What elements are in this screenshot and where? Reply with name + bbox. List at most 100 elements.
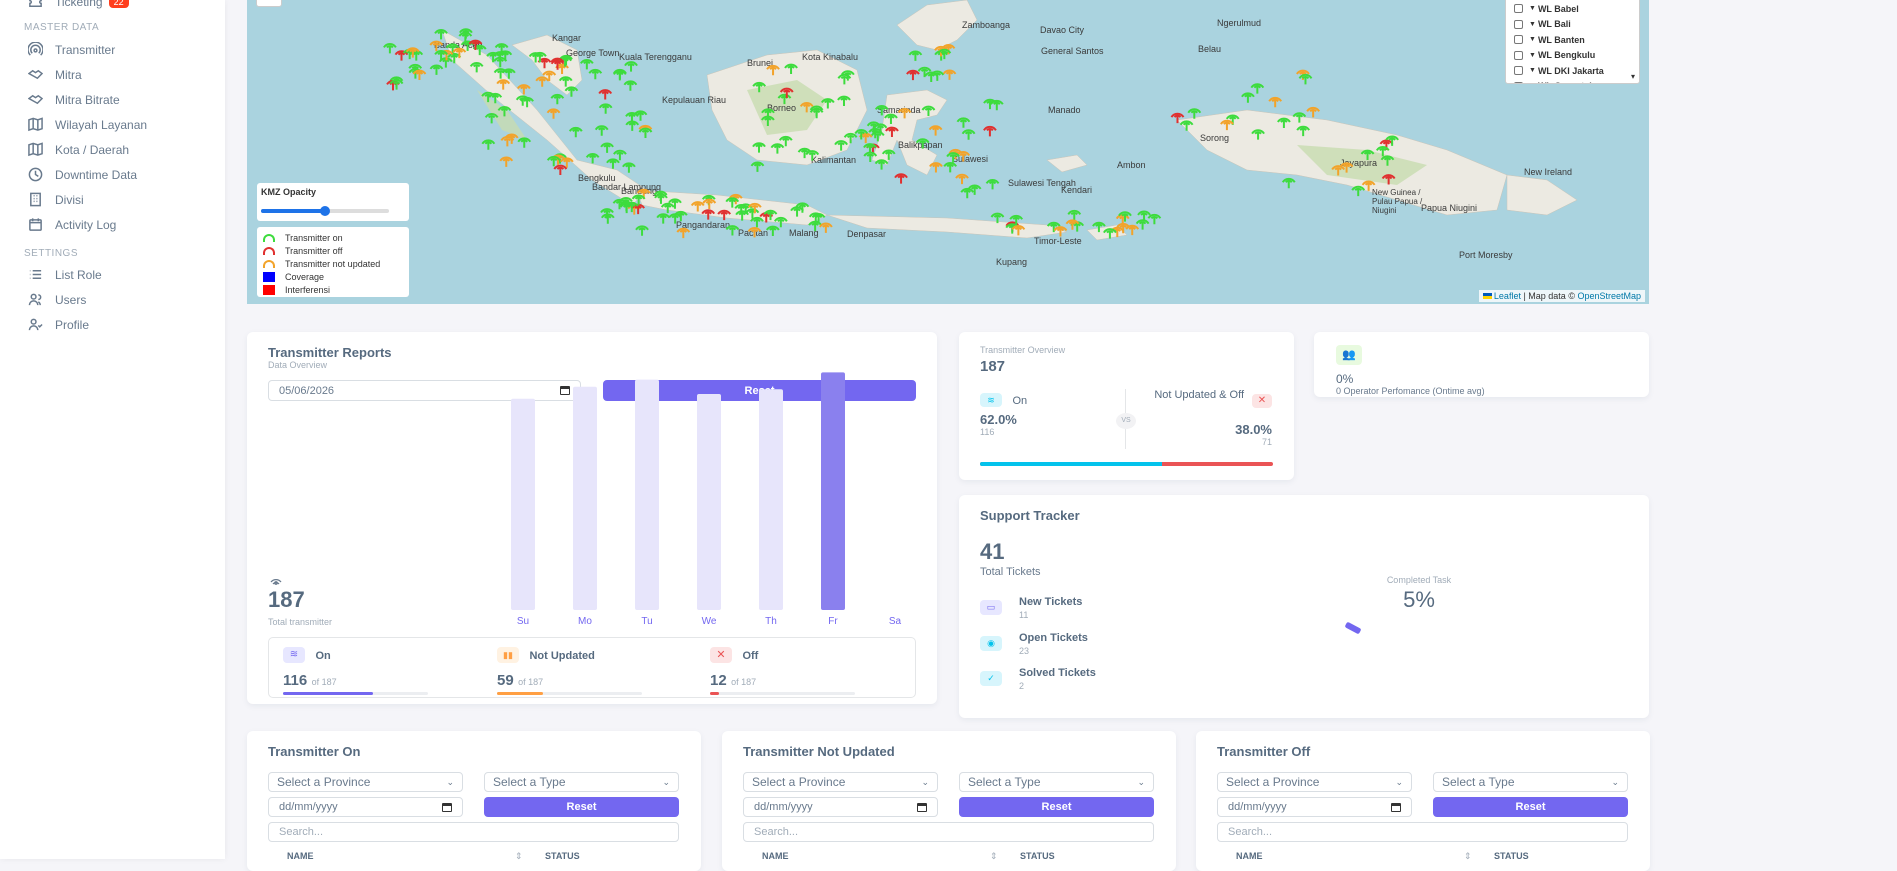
transmitter-marker[interactable] bbox=[921, 105, 936, 117]
type-select[interactable]: Select a Type ⌄ bbox=[484, 772, 679, 792]
transmitter-marker[interactable] bbox=[606, 158, 620, 169]
transmitter-marker[interactable] bbox=[613, 149, 627, 161]
transmitter-marker[interactable] bbox=[497, 106, 512, 117]
transmitter-marker[interactable] bbox=[894, 173, 908, 184]
transmitter-marker[interactable] bbox=[668, 213, 683, 224]
sidebar-item-divisi[interactable]: Divisi bbox=[28, 192, 84, 207]
layer-checkbox[interactable] bbox=[1514, 19, 1523, 29]
calendar-icon[interactable] bbox=[560, 386, 570, 395]
table-search-input[interactable]: Search... bbox=[743, 822, 1154, 842]
transmitter-marker[interactable] bbox=[942, 69, 957, 80]
kmz-opacity-slider[interactable] bbox=[261, 206, 389, 216]
transmitter-marker[interactable] bbox=[588, 68, 603, 80]
sidebar-item-activity-log[interactable]: Activity Log bbox=[28, 217, 116, 232]
transmitter-marker[interactable] bbox=[1281, 177, 1296, 189]
transmitter-marker[interactable] bbox=[702, 198, 717, 210]
transmitter-marker[interactable] bbox=[469, 62, 484, 73]
chart-bar[interactable] bbox=[511, 398, 535, 610]
transmitter-marker[interactable] bbox=[805, 150, 820, 161]
transmitter-marker[interactable] bbox=[1296, 125, 1311, 137]
transmitter-marker[interactable] bbox=[1125, 224, 1140, 236]
transmitter-marker[interactable] bbox=[1220, 119, 1234, 131]
province-select[interactable]: Select a Province ⌄ bbox=[268, 772, 463, 792]
column-header-name[interactable]: NAME bbox=[287, 851, 314, 861]
transmitter-marker[interactable] bbox=[394, 50, 409, 61]
layer-item[interactable]: ▼ WL Bali bbox=[1514, 17, 1631, 33]
transmitter-marker[interactable] bbox=[725, 225, 740, 236]
layer-checkbox[interactable] bbox=[1514, 66, 1523, 76]
transmitter-marker[interactable] bbox=[928, 125, 943, 136]
transmitter-marker[interactable] bbox=[808, 212, 823, 223]
transmitter-marker[interactable] bbox=[1147, 213, 1162, 225]
transmitter-marker[interactable] bbox=[481, 139, 496, 150]
sidebar-item-downtime-data[interactable]: Downtime Data bbox=[28, 167, 137, 182]
transmitter-marker[interactable] bbox=[600, 213, 615, 224]
transmitter-marker[interactable] bbox=[874, 159, 889, 170]
transmitter-marker[interactable] bbox=[612, 70, 627, 81]
transmitter-marker[interactable] bbox=[676, 227, 691, 239]
transmitter-marker[interactable] bbox=[434, 29, 448, 40]
transmitter-marker[interactable] bbox=[1351, 185, 1366, 197]
transmitter-marker[interactable] bbox=[906, 69, 920, 81]
layer-item[interactable]: ▼WL Gorontalo bbox=[1514, 79, 1631, 83]
transmitter-marker[interactable] bbox=[633, 110, 648, 121]
date-filter-input[interactable]: dd/mm/yyyy bbox=[268, 797, 463, 817]
transmitter-marker[interactable] bbox=[1137, 210, 1151, 221]
transmitter-marker[interactable] bbox=[943, 162, 958, 173]
layer-control[interactable]: ▼ WL Babel ▼ WL Bali ▼ WL Banten ▼ WL Bengkulu ▼… bbox=[1505, 0, 1640, 84]
transmitter-marker[interactable] bbox=[1170, 112, 1185, 124]
transmitter-marker[interactable] bbox=[1381, 174, 1396, 185]
transmitter-marker[interactable] bbox=[752, 81, 767, 93]
transmitter-marker[interactable] bbox=[946, 152, 960, 163]
transmitter-marker[interactable] bbox=[717, 209, 732, 221]
transmitter-marker[interactable] bbox=[558, 76, 573, 87]
type-select[interactable]: Select a Type ⌄ bbox=[959, 772, 1154, 792]
chart-bar[interactable] bbox=[635, 379, 659, 610]
chart-bar[interactable] bbox=[573, 386, 597, 610]
sort-icon[interactable]: ⇕ bbox=[515, 851, 523, 862]
sidebar-item-wilayah-layanan[interactable]: Wilayah Layanan bbox=[28, 117, 147, 132]
sidebar-item-transmitter[interactable]: Transmitter bbox=[28, 42, 115, 57]
transmitter-marker[interactable] bbox=[777, 93, 792, 105]
transmitter-marker[interactable] bbox=[924, 71, 939, 82]
layer-checkbox[interactable] bbox=[1514, 4, 1523, 14]
chart-bar[interactable] bbox=[697, 394, 721, 610]
transmitter-marker[interactable] bbox=[701, 209, 716, 220]
transmitter-marker[interactable] bbox=[654, 193, 668, 204]
sidebar-item-ticketing[interactable]: Ticketing 22 bbox=[28, 0, 129, 9]
transmitter-marker[interactable] bbox=[1067, 210, 1082, 221]
transmitter-marker[interactable] bbox=[1241, 92, 1255, 103]
transmitter-marker[interactable] bbox=[1179, 120, 1194, 131]
calendar-icon[interactable] bbox=[917, 802, 927, 812]
transmitter-marker[interactable] bbox=[766, 64, 780, 76]
transmitter-marker[interactable] bbox=[773, 216, 788, 228]
date-filter-input[interactable]: dd/mm/yyyy bbox=[743, 797, 938, 817]
transmitter-marker[interactable] bbox=[625, 120, 640, 131]
table-reset-button[interactable]: Reset bbox=[1433, 797, 1628, 817]
transmitter-marker[interactable] bbox=[516, 84, 531, 95]
column-header-status[interactable]: STATUS bbox=[1494, 851, 1529, 861]
report-reset-button[interactable]: Reset bbox=[603, 380, 916, 401]
transmitter-marker[interactable] bbox=[1380, 155, 1395, 166]
table-search-input[interactable]: Search... bbox=[268, 822, 679, 842]
transmitter-marker[interactable] bbox=[600, 142, 614, 153]
transmitter-marker[interactable] bbox=[579, 59, 594, 70]
transmitter-marker[interactable] bbox=[1187, 108, 1202, 119]
column-header-status[interactable]: STATUS bbox=[545, 851, 580, 861]
chart-bar[interactable] bbox=[759, 389, 783, 610]
transmitter-marker[interactable] bbox=[499, 156, 514, 167]
transmitter-marker[interactable] bbox=[1268, 96, 1283, 108]
transmitter-marker[interactable] bbox=[960, 187, 975, 199]
layer-item[interactable]: ▼ WL Banten bbox=[1514, 32, 1631, 48]
transmitter-marker[interactable] bbox=[750, 216, 764, 228]
date-filter-input[interactable]: dd/mm/yyyy bbox=[1217, 797, 1412, 817]
transmitter-marker[interactable] bbox=[863, 151, 878, 163]
transmitter-marker[interactable] bbox=[598, 89, 613, 100]
sidebar-item-users[interactable]: Users bbox=[28, 292, 86, 307]
transmitter-marker[interactable] bbox=[1103, 228, 1117, 239]
transmitter-marker[interactable] bbox=[770, 143, 785, 154]
transmitter-marker[interactable] bbox=[881, 149, 896, 160]
transmitter-marker[interactable] bbox=[797, 147, 812, 159]
transmitter-marker[interactable] bbox=[961, 129, 976, 140]
transmitter-map[interactable]: Banda Aceh Kangar George Town Kuala Terengg… bbox=[247, 0, 1649, 304]
